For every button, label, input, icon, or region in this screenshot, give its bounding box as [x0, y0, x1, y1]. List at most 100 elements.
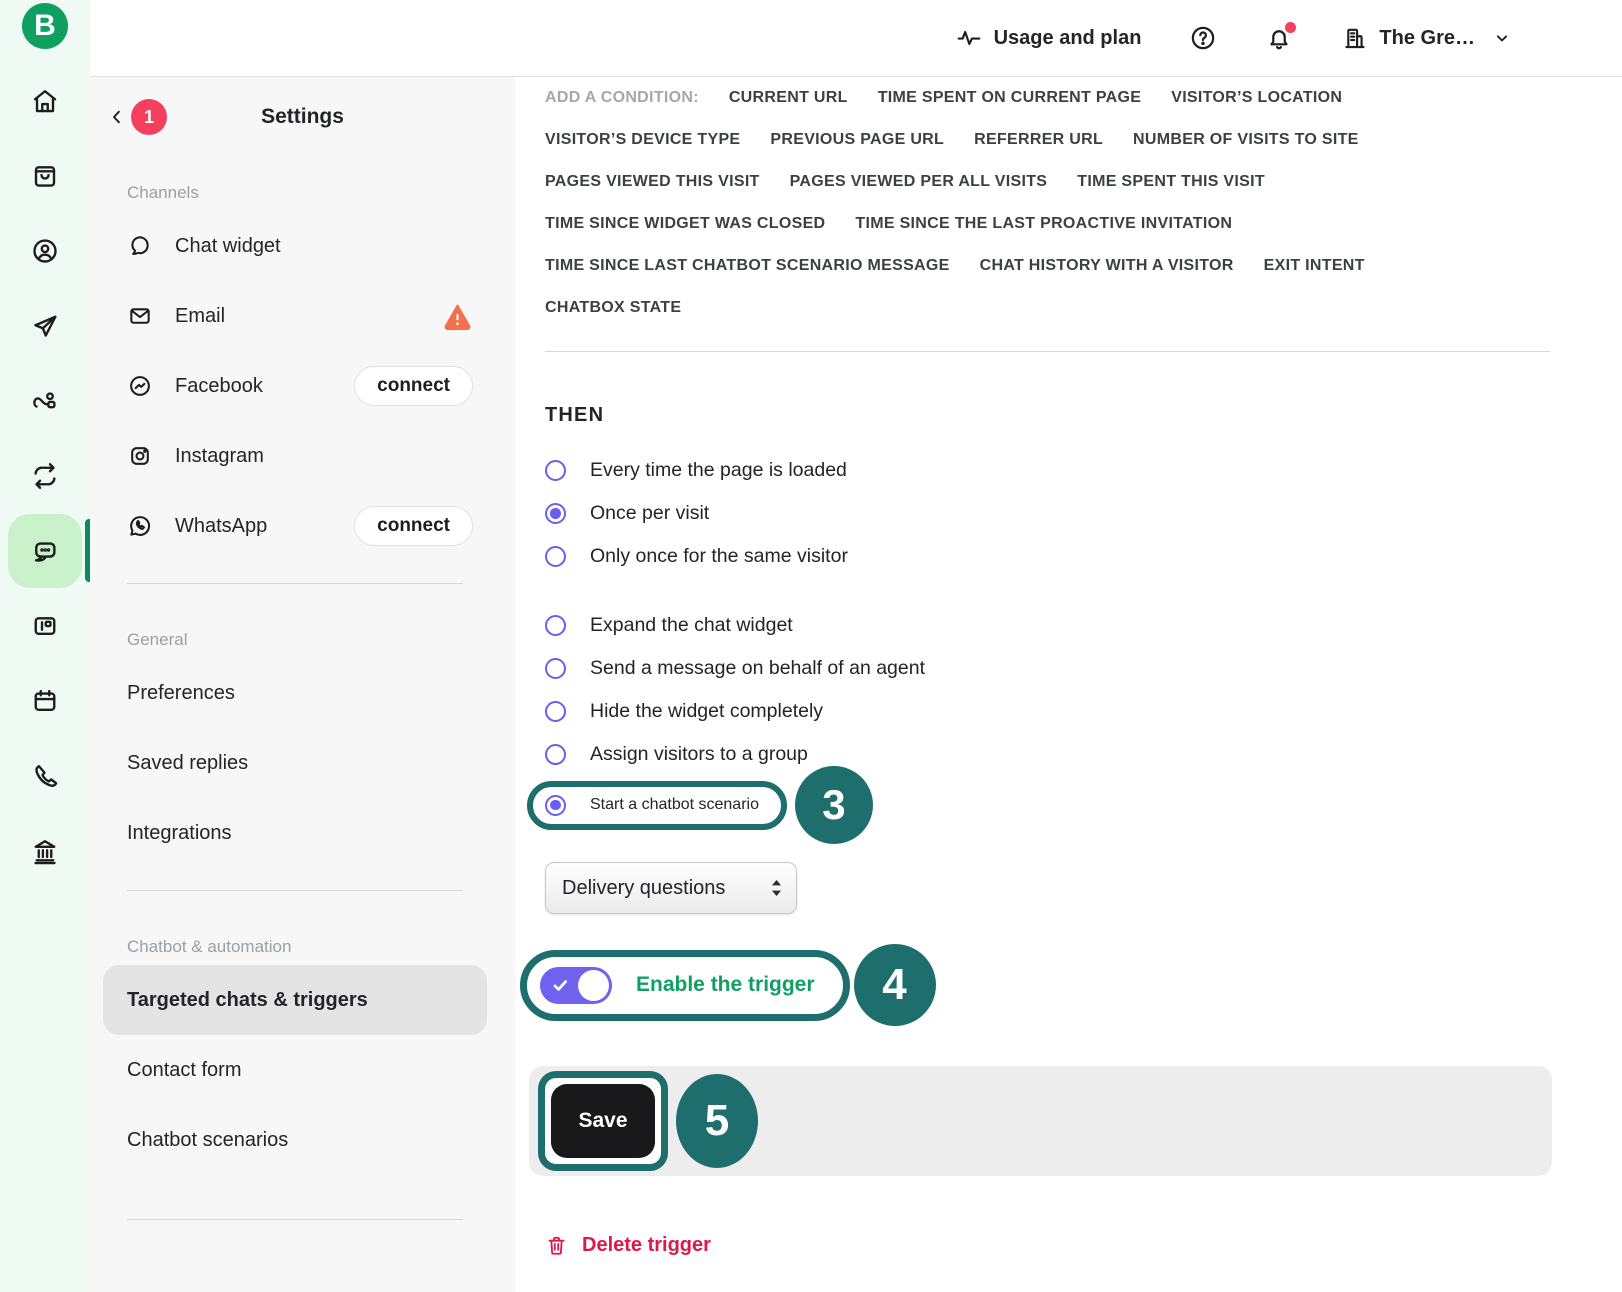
sidebar-item-label: Targeted chats & triggers	[127, 989, 473, 1012]
chevron-left-icon	[108, 108, 126, 126]
radio-label[interactable]: Every time the page is loaded	[590, 459, 847, 482]
radio-row-send-message: Send a message on behalf of an agent	[545, 647, 1622, 690]
sidebar-item-integrations[interactable]: Integrations	[103, 798, 487, 868]
sidebar-item-email[interactable]: Email	[103, 281, 487, 351]
check-icon	[551, 976, 570, 995]
condition-chip[interactable]: TIME SPENT ON CURRENT PAGE	[878, 89, 1142, 107]
facebook-connect-button[interactable]: connect	[354, 366, 473, 406]
sidebar-item-facebook[interactable]: Facebook connect	[103, 351, 487, 421]
rail-item-phone[interactable]	[0, 738, 90, 813]
condition-chip[interactable]: TIME SINCE LAST CHATBOT SCENARIO MESSAGE	[545, 257, 950, 275]
sidebar-item-chatbot-scenarios[interactable]: Chatbot scenarios	[103, 1105, 487, 1175]
radio-every-time[interactable]	[545, 460, 566, 481]
sidebar-item-targeted-chats[interactable]: Targeted chats & triggers	[103, 965, 487, 1035]
condition-chip[interactable]: PREVIOUS PAGE URL	[770, 131, 944, 149]
messenger-icon	[127, 373, 153, 399]
radio-label[interactable]: Start a chatbot scenario	[590, 796, 759, 814]
radio-label[interactable]: Hide the widget completely	[590, 700, 823, 723]
condition-row: VISITOR’S DEVICE TYPE PREVIOUS PAGE URL …	[545, 119, 1622, 161]
radio-label[interactable]: Once per visit	[590, 502, 709, 525]
enable-trigger-toggle[interactable]	[540, 967, 612, 1004]
notifications-button[interactable]	[1265, 24, 1293, 52]
radio-row-every-time: Every time the page is loaded	[545, 449, 1622, 492]
radio-start-scenario[interactable]	[545, 795, 566, 816]
right-column: Usage and plan The Gre… 1	[90, 0, 1622, 1292]
condition-chip[interactable]: VISITOR’S LOCATION	[1171, 89, 1342, 107]
rail-item-shopping-bag[interactable]	[0, 138, 90, 213]
section-label-chatbot: Chatbot & automation	[127, 937, 515, 957]
sidebar-item-whatsapp[interactable]: WhatsApp connect	[103, 491, 487, 561]
instagram-icon	[127, 443, 153, 469]
condition-chip[interactable]: CHAT HISTORY WITH A VISITOR	[980, 257, 1234, 275]
account-menu[interactable]: The Gre…	[1341, 25, 1512, 52]
annotation-badge-4: 4	[854, 944, 936, 1026]
rail-item-automation-flow[interactable]	[0, 363, 90, 438]
sidebar-title: Settings	[261, 105, 344, 129]
condition-chip[interactable]: PAGES VIEWED PER ALL VISITS	[790, 173, 1048, 191]
condition-chip[interactable]: CHATBOX STATE	[545, 299, 681, 317]
calendar-icon	[30, 686, 60, 716]
rail-item-transfers[interactable]	[0, 438, 90, 513]
radio-only-once[interactable]	[545, 546, 566, 567]
settings-sidebar: 1 Settings Channels Chat widget Email	[90, 77, 515, 1292]
rail-item-contacts[interactable]	[0, 213, 90, 288]
radio-row-once-per-visit: Once per visit	[545, 492, 1622, 535]
rail-item-campaigns[interactable]	[0, 288, 90, 363]
chatbot-list: Targeted chats & triggers Contact form C…	[90, 965, 515, 1175]
condition-chip[interactable]: TIME SINCE THE LAST PROACTIVE INVITATION	[855, 215, 1232, 233]
whatsapp-connect-button[interactable]: connect	[354, 506, 473, 546]
radio-label[interactable]: Send a message on behalf of an agent	[590, 657, 925, 680]
help-button[interactable]	[1189, 24, 1217, 52]
condition-chip[interactable]: EXIT INTENT	[1264, 257, 1365, 275]
rail-item-chat[interactable]	[0, 513, 90, 588]
brand-logo[interactable]: B	[22, 3, 68, 49]
paper-plane-icon	[30, 311, 60, 341]
save-button[interactable]: Save	[551, 1084, 655, 1158]
condition-row: PAGES VIEWED THIS VISIT PAGES VIEWED PER…	[545, 161, 1622, 203]
condition-chip[interactable]: REFERRER URL	[974, 131, 1103, 149]
warning-icon	[442, 301, 473, 332]
section-label-channels: Channels	[127, 183, 515, 203]
activity-icon	[956, 25, 982, 51]
enable-trigger-label: Enable the trigger	[636, 973, 815, 997]
sidebar-item-contact-form[interactable]: Contact form	[103, 1035, 487, 1105]
radio-assign-group[interactable]	[545, 744, 566, 765]
condition-row: TIME SINCE LAST CHATBOT SCENARIO MESSAGE…	[545, 245, 1622, 287]
condition-chip[interactable]: PAGES VIEWED THIS VISIT	[545, 173, 760, 191]
condition-chip[interactable]: TIME SPENT THIS VISIT	[1077, 173, 1265, 191]
usage-and-plan-button[interactable]: Usage and plan	[956, 25, 1142, 51]
sidebar-item-preferences[interactable]: Preferences	[103, 658, 487, 728]
condition-chip[interactable]: TIME SINCE WIDGET WAS CLOSED	[545, 215, 825, 233]
sidebar-item-saved-replies[interactable]: Saved replies	[103, 728, 487, 798]
condition-chip[interactable]: VISITOR’S DEVICE TYPE	[545, 131, 740, 149]
rail-item-bank[interactable]	[0, 813, 90, 888]
channels-list: Chat widget Email Facebook connect	[90, 211, 515, 561]
sidebar-divider	[127, 890, 463, 891]
rail-item-home[interactable]	[0, 63, 90, 138]
radio-row-assign-group: Assign visitors to a group	[545, 733, 1622, 776]
radio-once-per-visit[interactable]	[545, 503, 566, 524]
rail-item-boards[interactable]	[0, 588, 90, 663]
sidebar-item-instagram[interactable]: Instagram	[103, 421, 487, 491]
sidebar-header: 1 Settings	[90, 97, 515, 137]
radio-expand-widget[interactable]	[545, 615, 566, 636]
scenario-select[interactable]: Delivery questions	[545, 862, 797, 914]
condition-chip[interactable]: CURRENT URL	[729, 89, 848, 107]
topbar: Usage and plan The Gre…	[90, 0, 1622, 77]
sidebar-item-label: Saved replies	[127, 752, 473, 775]
radio-send-message[interactable]	[545, 658, 566, 679]
delete-trigger-button[interactable]: Delete trigger	[545, 1234, 1622, 1257]
bank-icon	[30, 836, 60, 866]
radio-label[interactable]: Only once for the same visitor	[590, 545, 848, 568]
rail-item-calendar[interactable]	[0, 663, 90, 738]
sidebar-item-chat-widget[interactable]: Chat widget	[103, 211, 487, 281]
sidebar-item-label: Chatbot scenarios	[127, 1129, 473, 1152]
annotation-ring-step4: Enable the trigger	[520, 950, 850, 1021]
action-radio-group: Expand the chat widget Send a message on…	[545, 604, 1622, 834]
back-button[interactable]: 1	[108, 99, 167, 135]
condition-chip[interactable]: NUMBER OF VISITS TO SITE	[1133, 131, 1359, 149]
annotation-badge-5: 5	[676, 1074, 758, 1168]
radio-label[interactable]: Assign visitors to a group	[590, 743, 808, 766]
radio-hide-widget[interactable]	[545, 701, 566, 722]
radio-label[interactable]: Expand the chat widget	[590, 614, 793, 637]
